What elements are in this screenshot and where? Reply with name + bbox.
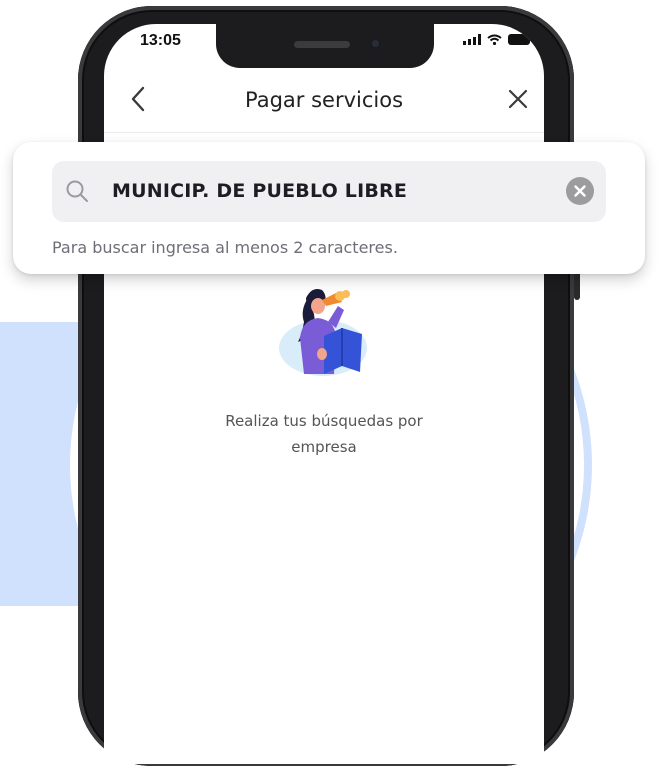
empty-state-line-1: Realiza tus búsquedas por [225, 412, 423, 430]
status-time: 13:05 [140, 32, 181, 49]
wifi-icon [487, 34, 502, 45]
clear-icon [574, 185, 586, 197]
signal-icon [463, 34, 481, 45]
close-button[interactable] [508, 86, 528, 116]
speaker-grille [294, 41, 350, 48]
close-icon [508, 89, 528, 109]
front-camera [369, 37, 382, 50]
woman-binoculars-map-illustration [279, 289, 367, 376]
empty-state-line-2: empresa [291, 438, 357, 456]
header-divider [104, 132, 544, 133]
page-title: Pagar servicios [244, 88, 404, 112]
phone-screen: 13:05 Pagar servicios Realiza tus búsque… [104, 24, 544, 764]
clear-search-button[interactable] [566, 177, 594, 205]
search-value[interactable]: MUNICIP. DE PUEBLO LIBRE [112, 180, 407, 202]
battery-icon [508, 34, 530, 45]
empty-state-message: Realiza tus búsquedas por empresa [104, 408, 544, 460]
search-helper-text: Para buscar ingresa al menos 2 caractere… [52, 238, 398, 257]
search-card: MUNICIP. DE PUEBLO LIBRE Para buscar ing… [13, 142, 645, 274]
search-input[interactable]: MUNICIP. DE PUEBLO LIBRE [52, 161, 606, 222]
phone-notch [216, 24, 434, 68]
status-icons [463, 34, 530, 45]
search-icon [66, 180, 88, 202]
